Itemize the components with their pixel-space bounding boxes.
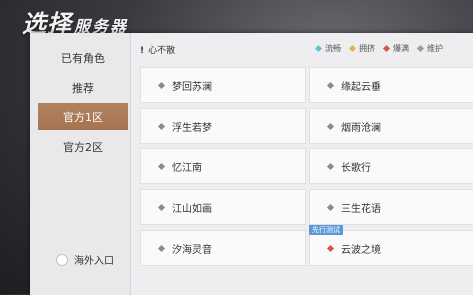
sidebar-item-label: 官方1区 bbox=[63, 110, 103, 124]
server-name: 梦回苏澜 bbox=[172, 81, 212, 93]
server-status-icon bbox=[326, 81, 335, 89]
server-button[interactable]: 江山如画 bbox=[140, 189, 306, 225]
server-button[interactable]: 烟雨沧澜 bbox=[309, 108, 473, 144]
status-legend: 流畅 拥挤 爆满 维护 bbox=[314, 43, 443, 54]
server-name: 缘起云垂 bbox=[341, 81, 381, 93]
sidebar-item-label: 推荐 bbox=[72, 81, 94, 95]
legend-item-crowded: 拥挤 bbox=[348, 43, 375, 54]
server-name: 浮生若梦 bbox=[172, 122, 212, 134]
crowded-status-icon bbox=[348, 44, 357, 53]
server-button[interactable]: 汐海灵音 bbox=[140, 230, 306, 266]
server-button[interactable]: 长歌行 bbox=[309, 148, 473, 184]
server-status-icon bbox=[157, 244, 166, 252]
server-name: 烟雨沧澜 bbox=[341, 122, 381, 134]
sidebar-item-official-2[interactable]: 官方2区 bbox=[38, 133, 128, 160]
legend-item-maintenance: 维护 bbox=[416, 43, 443, 54]
legend-item-full: 爆满 bbox=[382, 43, 409, 54]
server-name: 长歌行 bbox=[341, 162, 371, 174]
overseas-entry[interactable]: 海外入口 bbox=[56, 252, 114, 267]
server-button[interactable]: 缘起云垂 bbox=[309, 67, 473, 103]
smooth-status-icon bbox=[314, 44, 323, 53]
overseas-label: 海外入口 bbox=[74, 256, 114, 267]
server-select-panel: 已有角色 推荐 官方1区 官方2区 海外入口 ! 心不散 流畅 拥挤 爆满 维护 … bbox=[30, 33, 473, 295]
server-name: 汐海灵音 bbox=[172, 244, 212, 256]
sidebar-item-label: 已有角色 bbox=[61, 51, 105, 65]
server-status-icon bbox=[157, 203, 166, 211]
server-status-icon bbox=[157, 162, 166, 170]
region-sidebar: 已有角色 推荐 官方1区 官方2区 海外入口 bbox=[30, 33, 131, 295]
server-status-icon bbox=[326, 203, 335, 211]
sidebar-item-label: 官方2区 bbox=[63, 140, 103, 154]
server-status-icon bbox=[326, 162, 335, 170]
test-tag: 先行测试 bbox=[309, 225, 343, 235]
full-status-icon bbox=[382, 44, 391, 53]
server-status-icon bbox=[326, 122, 335, 130]
maintenance-status-icon bbox=[416, 44, 425, 53]
server-list-header: ! 心不散 流畅 拥挤 爆满 维护 bbox=[140, 41, 473, 57]
server-status-icon bbox=[157, 81, 166, 89]
server-button[interactable]: 忆江南 bbox=[140, 148, 306, 184]
notice-label: 心不散 bbox=[148, 46, 176, 56]
legend-item-smooth: 流畅 bbox=[314, 43, 341, 54]
server-button[interactable]: 梦回苏澜 bbox=[140, 67, 306, 103]
notice-text: ! 心不散 bbox=[140, 43, 175, 56]
server-name: 三生花语 bbox=[341, 203, 381, 215]
notice-icon: ! bbox=[140, 46, 145, 56]
overseas-radio[interactable] bbox=[56, 253, 68, 266]
server-button[interactable]: 先行测试 云波之境 bbox=[309, 225, 473, 266]
server-name: 忆江南 bbox=[172, 162, 202, 174]
sidebar-item-existing-characters[interactable]: 已有角色 bbox=[38, 44, 128, 71]
server-name: 江山如画 bbox=[172, 203, 212, 215]
server-status-icon bbox=[157, 122, 166, 130]
server-button[interactable]: 三生花语 bbox=[309, 189, 473, 225]
sidebar-item-recommended[interactable]: 推荐 bbox=[38, 74, 128, 101]
server-name: 云波之境 bbox=[341, 244, 381, 256]
sidebar-item-official-1[interactable]: 官方1区 bbox=[38, 103, 128, 130]
server-status-icon bbox=[326, 244, 335, 252]
server-button[interactable]: 浮生若梦 bbox=[140, 108, 306, 144]
